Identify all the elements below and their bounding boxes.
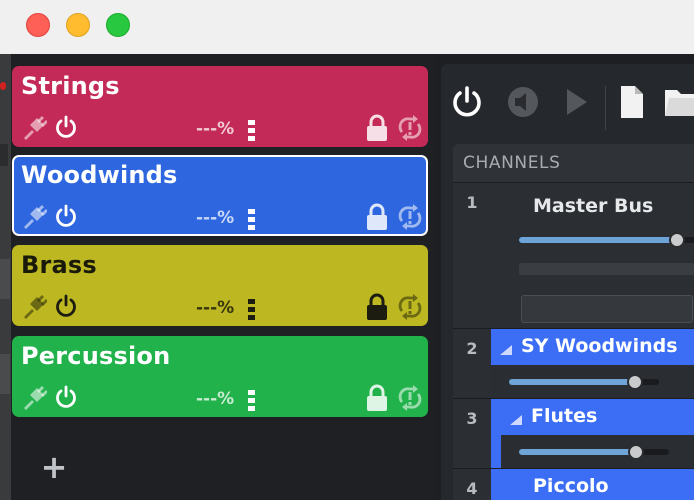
lock-icon[interactable] <box>364 293 390 325</box>
mixer-panel: CHANNELS 1 Master Bus 2 SY Woodwinds 3 Flutes… <box>436 54 694 500</box>
instrument-card-title: Strings <box>21 72 120 100</box>
window-close-button[interactable] <box>26 13 50 37</box>
background-window <box>0 54 11 500</box>
refresh-icon[interactable] <box>396 385 424 415</box>
vertical-dots-icon[interactable] <box>248 209 256 235</box>
power-icon[interactable] <box>53 293 79 323</box>
power-icon[interactable] <box>449 84 485 120</box>
window-titlebar <box>0 0 694 54</box>
volume-slider-fill <box>509 379 635 385</box>
level-meter <box>519 263 694 275</box>
refresh-icon[interactable] <box>396 204 424 234</box>
vertical-dots-icon[interactable] <box>248 120 256 146</box>
instrument-cpu-percent: ---% <box>196 298 235 318</box>
document-icon[interactable] <box>617 84 647 120</box>
mixer-toolbar <box>441 64 694 136</box>
toolbar-separator <box>605 86 606 130</box>
plug-icon[interactable] <box>21 294 49 324</box>
power-icon[interactable] <box>53 203 79 233</box>
channel-body: SY Woodwinds <box>491 329 694 399</box>
channel-number: 1 <box>466 193 478 212</box>
instrument-card-title: Woodwinds <box>21 161 178 189</box>
plug-icon[interactable] <box>21 204 49 234</box>
window-maximize-button[interactable] <box>106 13 130 37</box>
instrument-card-title: Percussion <box>21 342 171 370</box>
lock-icon[interactable] <box>364 203 390 235</box>
mixer-container: CHANNELS 1 Master Bus 2 SY Woodwinds 3 Flutes… <box>441 64 694 500</box>
volume-slider-knob[interactable] <box>669 232 685 248</box>
instrument-card[interactable]: Strings ---% <box>12 66 428 147</box>
instrument-panel: Strings ---% Woodwinds ---% Brass ---% Percuss… <box>11 54 436 500</box>
channel-row[interactable]: 4 Piccolo <box>453 468 694 500</box>
instrument-card-title: Brass <box>21 251 97 279</box>
instrument-card[interactable]: Percussion ---% <box>12 336 428 417</box>
lock-icon[interactable] <box>364 114 390 146</box>
play-icon[interactable] <box>561 84 591 120</box>
vertical-dots-icon[interactable] <box>248 390 256 416</box>
refresh-icon[interactable] <box>396 115 424 145</box>
channel-name: SY Woodwinds <box>521 335 678 357</box>
channel-name: Master Bus <box>533 195 654 217</box>
power-icon[interactable] <box>53 384 79 414</box>
plug-icon[interactable] <box>21 115 49 145</box>
channel-name: Piccolo <box>533 475 609 497</box>
volume-slider-knob[interactable] <box>627 374 643 390</box>
instrument-card[interactable]: Woodwinds ---% <box>12 155 428 236</box>
vertical-dots-icon[interactable] <box>248 299 256 325</box>
volume-slider-fill <box>519 237 677 243</box>
expand-triangle-icon[interactable] <box>499 341 513 360</box>
plug-icon[interactable] <box>21 385 49 415</box>
channel-row[interactable]: 2 SY Woodwinds <box>453 328 694 399</box>
channel-number: 4 <box>466 479 478 498</box>
instrument-cpu-percent: ---% <box>196 389 235 409</box>
channel-body: Piccolo <box>491 469 694 500</box>
channel-name: Flutes <box>531 405 598 427</box>
instrument-card[interactable]: Brass ---% <box>12 245 428 326</box>
speaker-icon[interactable] <box>505 84 541 120</box>
power-icon[interactable] <box>53 114 79 144</box>
channel-number: 3 <box>466 409 478 428</box>
channel-row[interactable]: 1 Master Bus <box>453 182 694 329</box>
channel-input-box[interactable] <box>521 295 693 323</box>
channel-row[interactable]: 3 Flutes <box>453 398 694 469</box>
instrument-cpu-percent: ---% <box>196 208 235 228</box>
channels-list: CHANNELS 1 Master Bus 2 SY Woodwinds 3 Flutes… <box>453 144 694 500</box>
add-instrument-button[interactable]: + <box>39 451 69 483</box>
window-minimize-button[interactable] <box>66 13 90 37</box>
channels-header: CHANNELS <box>453 144 694 182</box>
expand-triangle-icon[interactable] <box>509 411 523 430</box>
channel-number: 2 <box>466 339 478 358</box>
refresh-icon[interactable] <box>396 294 424 324</box>
folder-icon[interactable] <box>663 84 694 120</box>
channel-body: Flutes <box>491 399 694 469</box>
instrument-cpu-percent: ---% <box>196 119 235 139</box>
volume-slider-fill <box>519 449 636 455</box>
channel-body: Master Bus <box>491 183 694 329</box>
volume-slider-knob[interactable] <box>628 444 644 460</box>
lock-icon[interactable] <box>364 384 390 416</box>
